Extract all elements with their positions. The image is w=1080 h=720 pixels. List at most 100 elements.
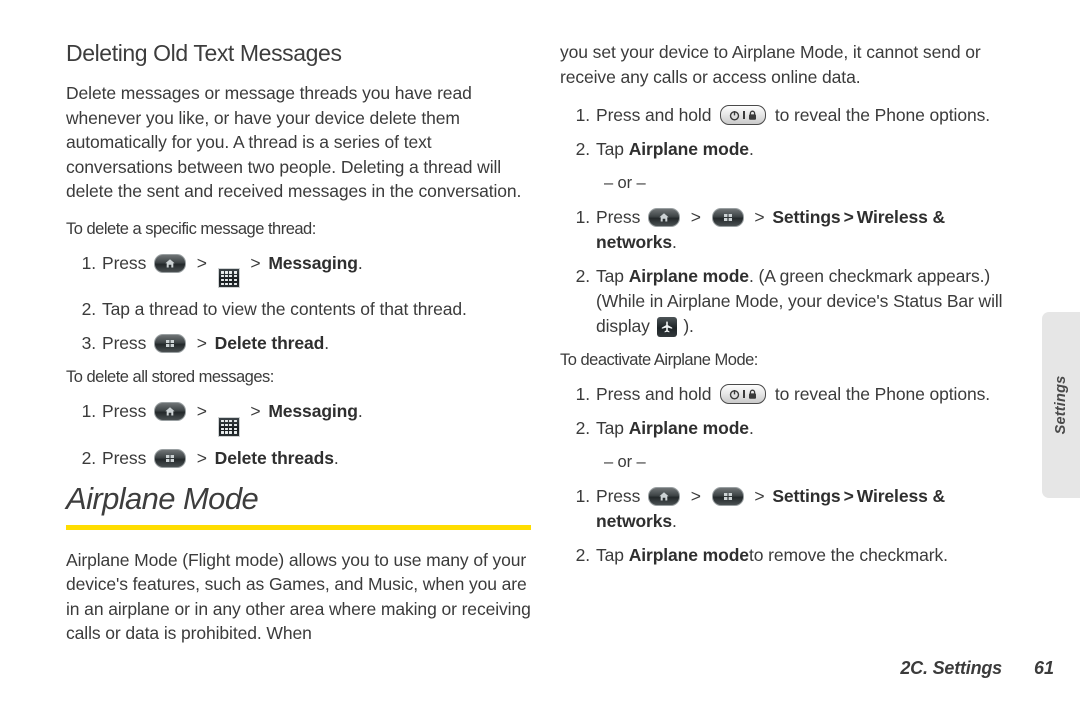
lead-in-delete-specific: To delete a specific message thread: xyxy=(66,219,316,238)
step-punctuation: . xyxy=(357,401,363,422)
step-text-tail: to remove the checkmark. xyxy=(748,545,948,565)
step-text: Press xyxy=(102,252,147,273)
separator-gt: > xyxy=(250,401,261,422)
home-key-icon xyxy=(154,253,186,273)
menu-key-icon xyxy=(711,487,744,506)
step-text-tail: to reveal the Phone options. xyxy=(774,384,991,404)
step-number: 2. xyxy=(575,545,591,565)
separator-gt: > xyxy=(250,252,261,273)
menu-path-settings: Settings xyxy=(772,486,841,506)
step-text: Press and hold xyxy=(596,105,712,125)
intro-paragraph: Delete messages or message threads you h… xyxy=(66,83,522,201)
step-number: 1. xyxy=(575,207,591,227)
apps-grid-icon xyxy=(217,416,240,437)
separator-gt: > xyxy=(196,333,207,354)
list-item: 1. Press and hold to reveal the Phone opt… xyxy=(560,382,1030,407)
airplane-status-icon xyxy=(656,317,677,337)
continued-paragraph: you set your device to Airplane Mode, it… xyxy=(560,42,981,87)
step-number: 1. xyxy=(575,384,591,404)
step-text: Tap xyxy=(596,139,624,159)
menu-key-icon xyxy=(154,448,186,468)
list-item: 2. Tap a thread to view the contents of t… xyxy=(66,297,536,322)
step-number: 1. xyxy=(81,401,97,422)
steps-deactivate-airplane-mode: 1. Press and hold to reveal the Phone opt… xyxy=(560,382,1030,568)
step-punctuation: . xyxy=(672,232,677,252)
list-item: 1. Press > > Settings > Wireless & networks… xyxy=(560,484,1030,534)
lead-in-deactivate: To deactivate Airplane Mode: xyxy=(560,351,758,369)
step-text: Press xyxy=(102,447,147,468)
home-key-icon xyxy=(154,402,186,422)
step-number: 3. xyxy=(81,333,97,354)
step-text: Press xyxy=(596,207,641,227)
step-text: Tap a thread to view the contents of tha… xyxy=(102,299,467,320)
step-bold-label: Delete threads xyxy=(214,447,334,468)
apps-grid-icon xyxy=(217,268,240,289)
step-bold-label: Airplane mode xyxy=(628,139,749,159)
step-text: Tap xyxy=(596,418,624,438)
lead-in-delete-all: To delete all stored messages: xyxy=(66,368,274,387)
or-separator: – or – xyxy=(604,453,646,471)
step-number: 2. xyxy=(575,139,591,159)
list-item: 2. Tap Airplane mode. xyxy=(560,416,1030,441)
list-item: 1. Press > > Messaging. xyxy=(66,399,536,437)
steps-activate-airplane-mode: 1. Press and hold to reveal the Phone opt… xyxy=(560,103,1030,339)
list-item: 1. Press > > Settings > Wireless & networks… xyxy=(560,205,1030,255)
list-item: 2. Tap Airplane mode. xyxy=(560,137,1030,162)
section-tab-label: Settings xyxy=(1053,375,1069,435)
menu-path-settings: Settings xyxy=(772,207,841,227)
separator-gt: > xyxy=(690,207,701,227)
step-bold-label: Airplane mode xyxy=(628,545,749,565)
page-footer: 2C. Settings 61 xyxy=(0,658,1080,684)
step-text-tail: to reveal the Phone options. xyxy=(774,105,991,125)
list-item: 2. Tap Airplane modeto remove the checkma… xyxy=(560,543,1030,568)
step-text: Press xyxy=(102,333,147,354)
step-punctuation: . xyxy=(333,447,339,468)
separator-gt: > xyxy=(196,401,207,422)
separator-gt: > xyxy=(754,486,765,506)
step-punctuation: . xyxy=(748,418,754,438)
step-bold-label: Delete thread xyxy=(214,333,325,354)
step-bold-label: Airplane mode xyxy=(628,266,749,286)
step-number: 2. xyxy=(81,299,97,320)
power-lock-key-icon xyxy=(720,105,767,125)
step-number: 2. xyxy=(81,447,97,468)
step-number: 1. xyxy=(81,252,97,273)
step-text: Press and hold xyxy=(596,384,712,404)
manual-page: Deleting Old Text Messages Delete messag… xyxy=(0,0,1080,720)
step-text: Tap xyxy=(596,545,624,565)
separator-gt: > xyxy=(196,447,207,468)
steps-delete-specific-thread: 1. Press > > Messaging. 2. Tap a thread to… xyxy=(66,251,536,357)
section-tab-settings: Settings xyxy=(1042,312,1080,498)
separator-gt: > xyxy=(843,486,854,506)
step-punctuation: . xyxy=(357,252,363,273)
step-text: Press xyxy=(102,401,147,422)
separator-gt: > xyxy=(690,486,701,506)
menu-key-icon xyxy=(711,208,744,227)
step-number: 2. xyxy=(575,266,591,286)
list-item: 2. Press > Delete threads. xyxy=(66,446,536,471)
step-bold-label: Airplane mode xyxy=(628,418,749,438)
section-heading: Deleting Old Text Messages xyxy=(66,40,342,66)
power-lock-key-icon xyxy=(720,384,767,404)
list-item: 1. Press and hold to reveal the Phone opt… xyxy=(560,103,1030,128)
step-number: 1. xyxy=(575,486,591,506)
home-key-icon xyxy=(648,208,680,227)
step-bold-label: Messaging xyxy=(268,252,358,273)
menu-key-icon xyxy=(154,334,186,354)
right-column: you set your device to Airplane Mode, it… xyxy=(560,40,1030,578)
page-title: Airplane Mode xyxy=(66,480,259,516)
list-item: 3. Press > Delete thread. xyxy=(66,331,536,356)
step-punctuation: . xyxy=(324,333,329,354)
step-number: 1. xyxy=(575,105,591,125)
step-text: Press xyxy=(596,486,641,506)
or-separator: – or – xyxy=(604,174,646,192)
steps-delete-all-messages: 1. Press > > Messaging. 2. Press > Delet… xyxy=(66,399,536,471)
separator-gt: > xyxy=(196,252,207,273)
step-punctuation: . xyxy=(672,511,677,531)
left-column: Deleting Old Text Messages Delete messag… xyxy=(66,40,536,660)
heading-rule xyxy=(66,524,531,530)
airplane-intro-paragraph: Airplane Mode (Flight mode) allows you t… xyxy=(66,549,531,644)
home-key-icon xyxy=(648,487,680,506)
step-punctuation-tail: ). xyxy=(683,316,694,336)
separator-gt: > xyxy=(843,207,854,227)
